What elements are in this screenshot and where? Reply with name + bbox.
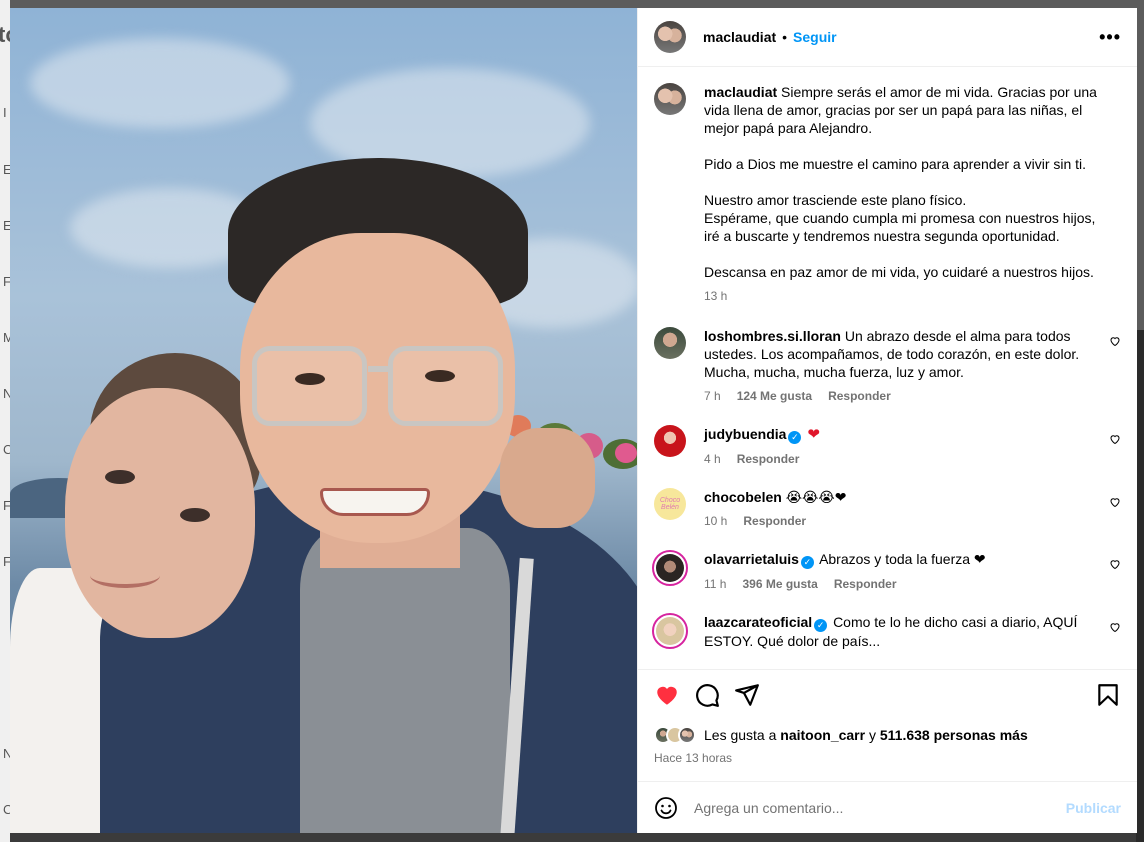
comment-row: loshombres.si.lloran Un abrazo desde el … [654,327,1121,403]
post-timestamp[interactable]: Hace 13 horas [638,747,1137,771]
likes-count[interactable]: 511.638 personas más [880,727,1028,743]
caption-row: maclaudiat Siempre serás el amor de mi v… [654,83,1121,303]
comment-like-heart-icon[interactable] [1109,335,1121,347]
author-avatar[interactable] [654,83,686,115]
comments-list[interactable]: maclaudiat Siempre serás el amor de mi v… [638,67,1137,669]
post-photo[interactable] [10,8,637,833]
comment-input[interactable] [694,799,1066,816]
author-username[interactable]: maclaudiat [703,29,776,45]
comment-likes[interactable]: 396 Me gusta [742,577,817,591]
comment-row: olavarrietaluis ✓ Abrazos y toda la fuerz… [652,550,1121,591]
background-nav-letter: I [3,105,7,120]
background-bottom-edge [10,832,1136,842]
comment-text: 😭😭😭❤ [785,489,847,505]
publish-button[interactable]: Publicar [1066,800,1121,816]
comment-like-heart-icon[interactable] [1109,496,1121,508]
reply-button[interactable]: Responder [737,452,800,466]
comment-username[interactable]: judybuendia [704,426,786,442]
comment-time[interactable]: 11 h [704,577,726,591]
post-actions-bar [638,669,1137,719]
commenter-avatar[interactable] [652,613,688,649]
post-side-panel: maclaudiat • Seguir ••• maclaudiat Siemp… [637,8,1137,833]
more-options-icon[interactable]: ••• [1099,27,1121,48]
separator-dot: • [782,29,788,45]
comment-time[interactable]: 4 h [704,452,721,466]
comment-row: Choco Belén chocobelen 😭😭😭❤ 10 h Respond… [654,488,1121,528]
comment-bubble-icon[interactable] [694,682,720,708]
emoji-smile-icon[interactable] [654,796,678,820]
reply-button[interactable]: Responder [743,514,806,528]
likes-prefix: Les gusta a [704,727,777,743]
reply-button[interactable]: Responder [834,577,897,591]
comment-row: laazcarateoficial ✓ Como te lo he dicho c… [652,613,1121,650]
comment-username[interactable]: laazcarateoficial [704,614,812,630]
comment-time[interactable]: 7 h [704,389,721,403]
comment-like-heart-icon[interactable] [1109,621,1121,633]
author-avatar[interactable] [654,21,686,53]
comment-username[interactable]: olavarrietaluis [704,551,799,567]
verified-badge-icon: ✓ [800,556,814,569]
liker-avatar [678,726,696,744]
post-header: maclaudiat • Seguir ••• [638,8,1137,67]
save-bookmark-icon[interactable] [1095,682,1121,708]
comment-text: ❤ [807,426,820,443]
commenter-avatar[interactable] [654,425,686,457]
reply-button[interactable]: Responder [828,389,891,403]
comment-username[interactable]: chocobelen [704,489,782,505]
verified-badge-icon: ✓ [814,619,828,632]
comment-time[interactable]: 10 h [704,514,727,528]
comment-username[interactable]: loshombres.si.lloran [704,328,841,344]
comment-like-heart-icon[interactable] [1109,558,1121,570]
comment-row: judybuendia ✓ ❤ 4 h Responder [654,425,1121,466]
caption-text: Siempre serás el amor de mi vida. Gracia… [704,84,1097,280]
comment-like-heart-icon[interactable] [1109,433,1121,445]
likers-avatars[interactable] [654,726,696,744]
verified-badge-icon: ✓ [788,431,802,444]
comment-likes[interactable]: 124 Me gusta [737,389,812,403]
commenter-avatar[interactable] [654,327,686,359]
add-comment-bar: Publicar [638,781,1137,833]
post-modal: maclaudiat • Seguir ••• maclaudiat Siemp… [10,8,1137,833]
background-page-strip: to I E E F M N C F F N C [0,0,19,842]
background-right-edge [1136,330,1144,842]
liker-username[interactable]: naitoon_carr [780,727,865,743]
follow-button[interactable]: Seguir [793,29,837,45]
likes-summary: Les gusta a naitoon_carr y 511.638 perso… [638,719,1137,747]
like-heart-icon[interactable] [654,682,680,708]
share-send-icon[interactable] [734,682,760,708]
commenter-avatar[interactable]: Choco Belén [654,488,686,520]
commenter-avatar[interactable] [652,550,688,586]
comment-text: Abrazos y toda la fuerza ❤ [819,551,986,567]
caption-time[interactable]: 13 h [704,289,727,303]
caption-username[interactable]: maclaudiat [704,84,777,100]
likes-joiner: y [868,727,876,743]
